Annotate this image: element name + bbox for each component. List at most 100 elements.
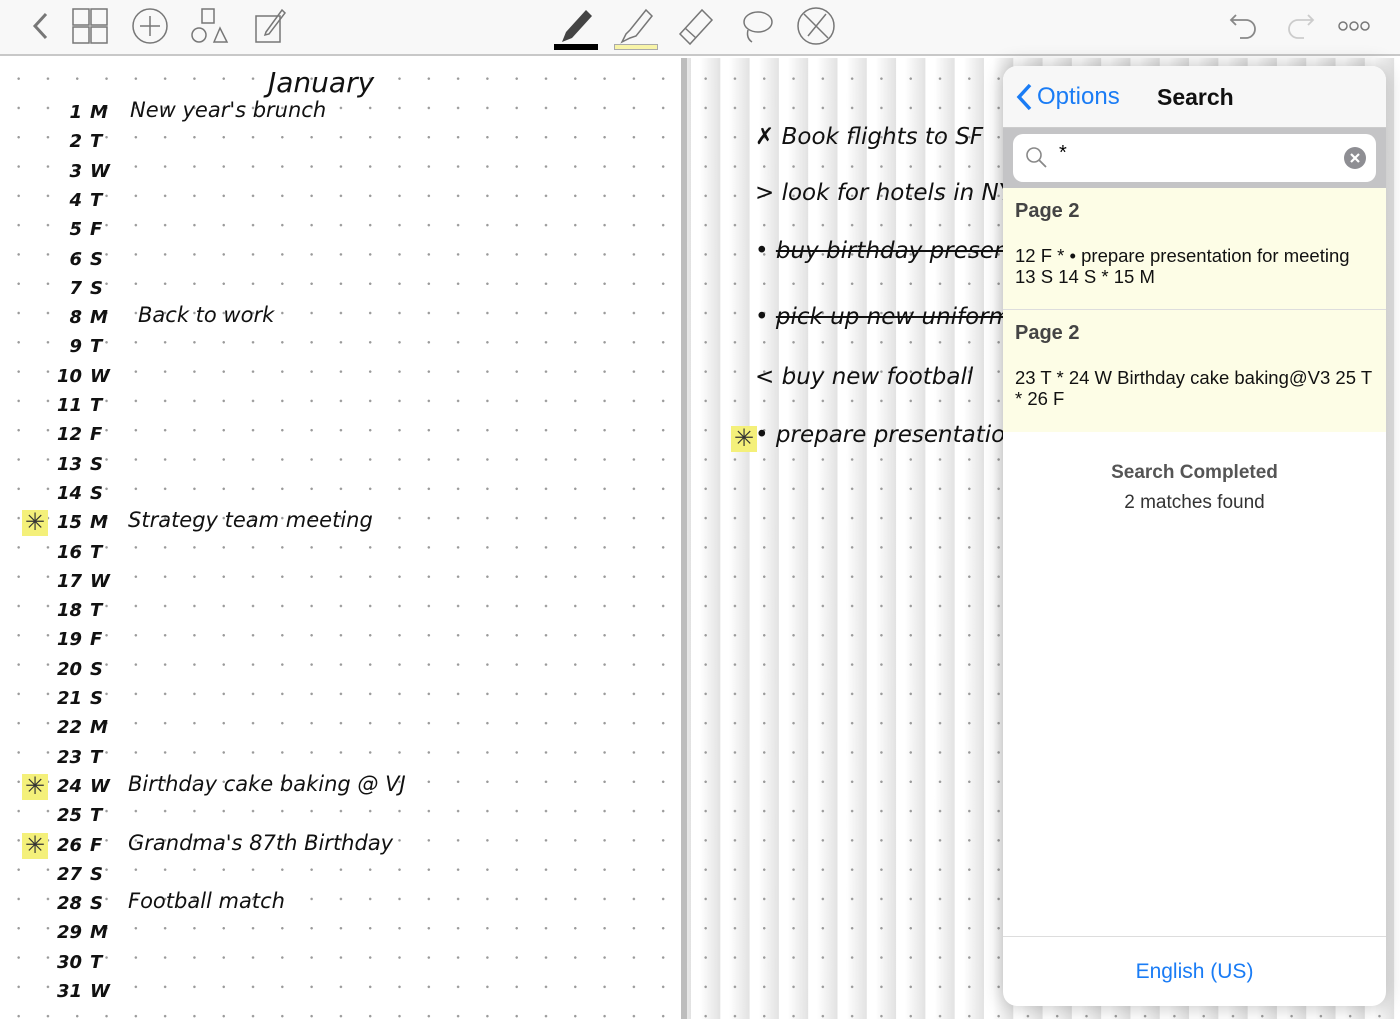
add-icon[interactable]	[130, 6, 170, 46]
day-number: 26	[56, 834, 82, 856]
day-letter: W	[90, 775, 110, 797]
chevron-left-icon	[1016, 83, 1032, 111]
day-letter: S	[90, 893, 103, 915]
day-letter: F	[90, 424, 103, 446]
star-highlight-icon: ✳	[731, 426, 757, 452]
day-note: New year's brunch	[130, 98, 327, 122]
search-result[interactable]: Page 2 12 F * • prepare presentation for …	[1003, 188, 1386, 310]
day-row: 26 F	[52, 835, 102, 856]
day-row: 13 S	[52, 454, 103, 475]
day-letter: F	[90, 834, 103, 856]
day-letter: S	[90, 248, 103, 270]
day-letter: S	[90, 658, 103, 680]
day-row: 5F	[52, 219, 102, 240]
more-icon[interactable]	[1334, 6, 1374, 46]
task-mark: •	[755, 304, 769, 330]
lasso-icon[interactable]	[736, 6, 776, 46]
left-notebook-page[interactable]: January 1 M New year's brunch 2 T 3 W 4 T 5 F 6 S 7 S 8…	[0, 58, 681, 1019]
day-row: 4T	[52, 190, 102, 211]
back-label: Options	[1037, 83, 1120, 110]
grid-icon[interactable]	[70, 6, 110, 46]
back-chevron-icon[interactable]	[20, 6, 60, 46]
day-letter: M	[90, 922, 108, 944]
day-letter: T	[90, 189, 103, 211]
search-result[interactable]: Page 2 23 T * 24 W Birthday cake baking@V…	[1003, 310, 1386, 432]
day-row: 21 S	[52, 688, 103, 709]
day-number: 11	[56, 395, 82, 416]
day-note: Birthday cake baking @ VJ	[128, 771, 406, 796]
task-item: > look for hotels in NY	[755, 180, 1013, 206]
task-mark: •	[755, 238, 769, 264]
edit-icon[interactable]	[250, 6, 290, 46]
day-number: 25	[56, 805, 82, 827]
day-row: 14 S	[52, 483, 103, 504]
search-status: Search Completed	[1111, 462, 1278, 483]
language-button[interactable]: English (US)	[1003, 936, 1386, 1006]
task-text: prepare presentation	[775, 422, 1020, 448]
options-back-button[interactable]: Options	[1015, 82, 1120, 112]
day-number: 5	[69, 219, 82, 241]
no-pen-icon[interactable]	[796, 6, 836, 46]
pen-color-swatch[interactable]	[554, 44, 598, 50]
day-row: 9T	[52, 336, 102, 357]
search-input[interactable]	[1059, 142, 1329, 165]
day-number: 28	[56, 893, 82, 915]
eraser-icon[interactable]	[676, 6, 716, 46]
task-mark: <	[755, 364, 775, 390]
highlighter-color-swatch[interactable]	[614, 44, 658, 50]
day-row: 24 W	[52, 776, 110, 797]
day-row: 30 T	[52, 952, 102, 973]
day-number: 21	[56, 688, 82, 709]
pen-icon[interactable]	[556, 6, 596, 46]
day-note: Football match	[128, 889, 285, 914]
day-letter: F	[90, 629, 103, 651]
task-mark: ✗	[755, 124, 775, 150]
day-row: 12 F	[52, 424, 102, 445]
day-row: 17 W	[52, 571, 110, 592]
day-letter: T	[90, 395, 103, 416]
search-field[interactable]	[1013, 134, 1376, 182]
highlighter-icon[interactable]	[616, 6, 656, 46]
day-letter: S	[90, 688, 103, 709]
day-letter: F	[90, 219, 103, 241]
task-text: look for hotels in NY	[781, 180, 1013, 206]
undo-icon[interactable]	[1222, 6, 1262, 46]
day-number: 27	[56, 863, 82, 885]
clear-search-icon[interactable]	[1344, 147, 1366, 169]
day-row: 20 S	[52, 659, 103, 680]
task-mark: >	[755, 180, 775, 206]
day-number: 19	[56, 629, 82, 651]
search-results: Page 2 12 F * • prepare presentation for …	[1003, 188, 1386, 432]
match-count: 2 matches found	[1124, 492, 1265, 513]
day-number: 22	[56, 717, 82, 739]
shapes-icon[interactable]	[190, 6, 230, 46]
day-number: 14	[56, 482, 82, 504]
day-letter: M	[90, 102, 108, 123]
day-row: 23 T	[52, 747, 102, 768]
day-row: 2T	[52, 131, 102, 152]
redo-icon[interactable]	[1282, 6, 1322, 46]
day-row: 22 M	[52, 717, 108, 738]
day-letter: T	[90, 541, 103, 563]
day-number: 15	[56, 512, 82, 534]
day-number: 8	[69, 307, 82, 329]
day-letter: T	[90, 131, 103, 153]
day-number: 12	[56, 424, 82, 446]
month-title: January	[268, 66, 375, 99]
day-number: 10	[56, 365, 82, 387]
task-item: < buy new football	[755, 364, 973, 390]
day-letter: T	[90, 805, 103, 827]
day-number: 2	[69, 131, 82, 153]
day-letter: S	[90, 453, 103, 475]
day-row: 29 M	[52, 922, 108, 943]
day-letter: M	[90, 512, 108, 534]
task-item: • prepare presentation	[755, 422, 1020, 448]
day-letter: M	[90, 307, 108, 329]
day-row: 31 W	[52, 981, 110, 1002]
day-letter: W	[90, 570, 110, 592]
day-row: 6S	[52, 249, 103, 270]
day-row: 10 W	[52, 366, 110, 387]
day-letter: W	[90, 160, 110, 182]
day-letter: T	[90, 951, 103, 973]
result-page: Page 2	[1015, 322, 1080, 344]
